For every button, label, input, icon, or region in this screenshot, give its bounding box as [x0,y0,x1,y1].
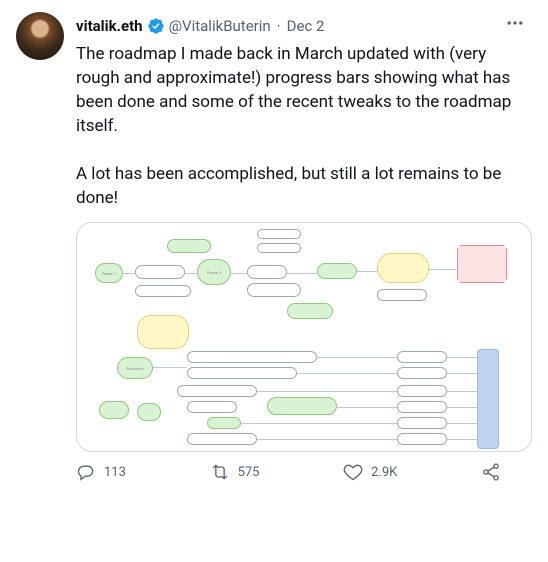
like-button[interactable]: 2.9K [343,462,397,482]
reply-icon [76,462,96,482]
tweet-main: vitalik.eth @VitalikButerin · Dec 2 The … [76,12,532,482]
retweet-button[interactable]: 575 [210,462,260,482]
more-options-button[interactable] [498,6,532,40]
header-separator: · [275,16,283,36]
tweet-header: vitalik.eth @VitalikButerin · Dec 2 [76,12,532,40]
retweet-icon [210,462,230,482]
reply-button[interactable]: 113 [76,462,126,482]
reply-count: 113 [104,465,126,480]
verified-badge-icon [147,17,165,35]
more-horizontal-icon [505,13,525,33]
roadmap-diagram: Phase 1 Phase 2 Exe [77,223,531,451]
avatar[interactable] [16,12,64,60]
share-icon [481,462,501,482]
tweet-container: vitalik.eth @VitalikButerin · Dec 2 The … [0,0,548,486]
tweet-date[interactable]: Dec 2 [287,16,325,36]
retweet-count: 575 [238,465,260,480]
like-count: 2.9K [371,465,397,480]
share-button[interactable] [481,462,501,482]
display-name[interactable]: vitalik.eth [76,16,143,36]
tweet-media-image[interactable]: Phase 1 Phase 2 Exe [76,222,532,452]
tweet-actions-bar: 113 575 2.9K [76,462,501,482]
heart-icon [343,462,363,482]
user-handle[interactable]: @VitalikButerin [169,16,271,36]
tweet-text: The roadmap I made back in March updated… [76,42,532,210]
